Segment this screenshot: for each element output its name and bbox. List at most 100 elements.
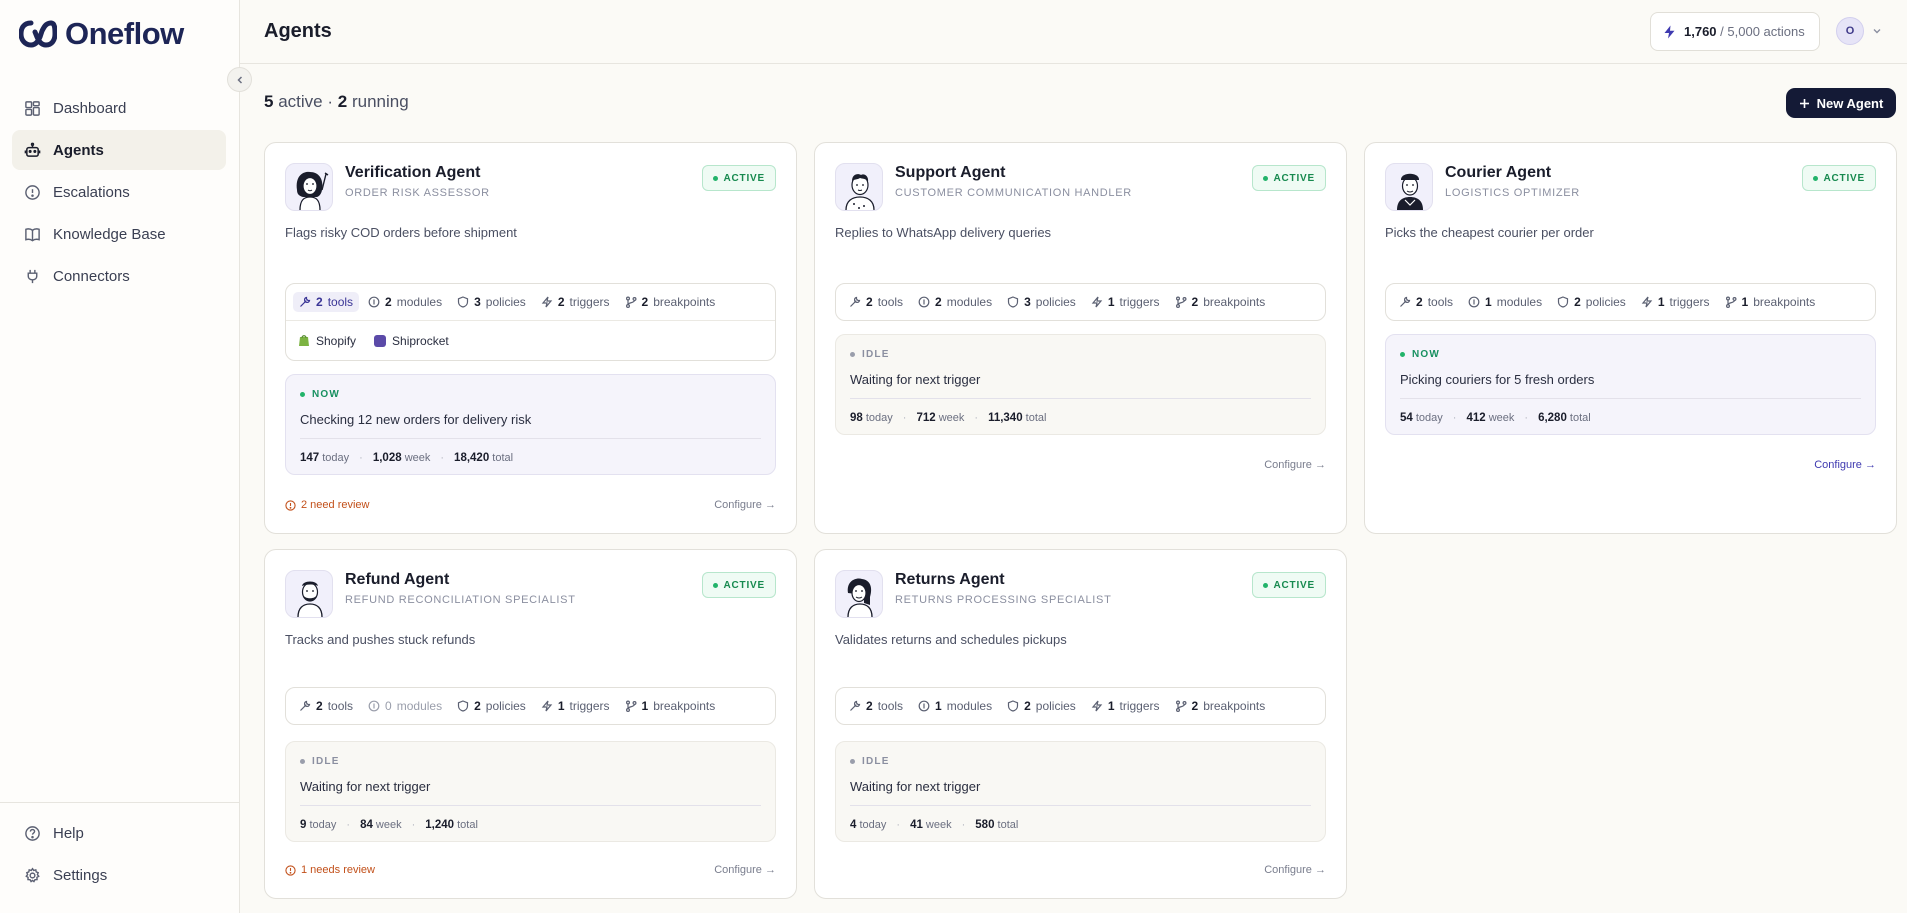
sidebar-item-help[interactable]: Help bbox=[12, 813, 228, 853]
stat-triggers[interactable]: 1 triggers bbox=[535, 696, 616, 716]
configure-link[interactable]: Configure → bbox=[1264, 864, 1326, 876]
sidebar-item-knowledge-base[interactable]: Knowledge Base bbox=[12, 214, 226, 254]
activity-state: NOW bbox=[1400, 349, 1861, 360]
branch-icon bbox=[625, 296, 637, 308]
wrench-icon bbox=[1400, 296, 1411, 307]
branch-icon bbox=[1175, 296, 1187, 308]
sidebar-item-escalations[interactable]: Escalations bbox=[12, 172, 226, 212]
agent-name: Courier Agent bbox=[1445, 164, 1552, 181]
stat-tools[interactable]: 2 tools bbox=[293, 696, 359, 716]
configure-link[interactable]: Configure → bbox=[714, 499, 776, 511]
stat-modules[interactable]: 1 modules bbox=[1462, 292, 1548, 312]
shield-icon bbox=[1007, 700, 1019, 712]
sidebar: Oneflow Dashboard Agents Escalations Kno… bbox=[0, 0, 240, 913]
shield-icon bbox=[1007, 296, 1019, 308]
branch-icon bbox=[625, 700, 637, 712]
plug-icon bbox=[27, 269, 38, 283]
agent-card-verification[interactable]: Verification Agent Order Risk Assessor A… bbox=[264, 142, 797, 534]
sidebar-item-label: Escalations bbox=[53, 183, 130, 201]
agent-stats: 2 tools 2 modules 3 policies 2 triggers 2 bre… bbox=[285, 283, 776, 361]
active-count: 5 bbox=[264, 92, 274, 111]
stat-breakpoints[interactable]: 2 breakpoints bbox=[1169, 292, 1272, 312]
alert-circle-icon bbox=[25, 184, 40, 200]
stat-tools[interactable]: 2 tools bbox=[843, 292, 909, 312]
stat-tools[interactable]: 2 tools bbox=[293, 292, 360, 312]
wrench-icon bbox=[300, 296, 311, 307]
agent-description: Validates returns and schedules pickups bbox=[835, 632, 1067, 647]
sidebar-item-label: Knowledge Base bbox=[53, 225, 166, 243]
sidebar-item-connectors[interactable]: Connectors bbox=[12, 256, 226, 296]
branch-icon bbox=[1175, 700, 1187, 712]
activity-state: IDLE bbox=[850, 349, 1311, 360]
stat-triggers[interactable]: 1 triggers bbox=[1085, 292, 1166, 312]
sidebar-item-agents[interactable]: Agents bbox=[12, 130, 226, 170]
stat-triggers[interactable]: 2 triggers bbox=[535, 292, 616, 312]
usage-total: / 5,000 actions bbox=[1720, 24, 1805, 39]
book-icon bbox=[25, 227, 40, 242]
stat-tools[interactable]: 2 tools bbox=[843, 696, 909, 716]
stat-policies[interactable]: 2 policies bbox=[1551, 292, 1632, 312]
stat-triggers[interactable]: 1 triggers bbox=[1635, 292, 1716, 312]
collapse-sidebar-button[interactable] bbox=[227, 67, 252, 92]
stat-tools[interactable]: 2 tools bbox=[1393, 292, 1459, 312]
sidebar-nav: Dashboard Agents Escalations Knowledge B… bbox=[12, 88, 226, 298]
agent-avatar bbox=[285, 163, 333, 211]
configure-link[interactable]: Configure → bbox=[1264, 459, 1326, 471]
sidebar-item-settings[interactable]: Settings bbox=[12, 855, 228, 895]
logo[interactable]: Oneflow bbox=[19, 16, 184, 52]
module-icon bbox=[368, 700, 380, 712]
wrench-icon bbox=[300, 700, 311, 711]
account-menu[interactable]: O bbox=[1836, 17, 1882, 45]
stat-policies[interactable]: 2 policies bbox=[451, 696, 532, 716]
activity-panel: NOW Checking 12 new orders for delivery … bbox=[285, 374, 776, 475]
chevron-down-icon bbox=[1873, 29, 1881, 34]
robot-icon bbox=[24, 142, 41, 157]
sidebar-item-label: Settings bbox=[53, 866, 108, 884]
stat-policies[interactable]: 3 policies bbox=[1001, 292, 1082, 312]
stat-modules[interactable]: 0 modules bbox=[362, 696, 448, 716]
agent-card-returns[interactable]: Returns Agent Returns Processing Special… bbox=[814, 549, 1347, 899]
shield-icon bbox=[457, 296, 469, 308]
agent-role: Returns Processing Specialist bbox=[895, 594, 1112, 606]
activity-counts: 9 today · 84 week · 1,240 total bbox=[300, 818, 478, 831]
sidebar-item-dashboard[interactable]: Dashboard bbox=[12, 88, 226, 128]
stat-modules[interactable]: 1 modules bbox=[912, 696, 998, 716]
stat-breakpoints[interactable]: 2 breakpoints bbox=[1169, 696, 1272, 716]
active-label: active bbox=[278, 92, 323, 111]
stat-policies[interactable]: 2 policies bbox=[1001, 696, 1082, 716]
agent-role: Customer Communication Handler bbox=[895, 187, 1132, 199]
module-icon bbox=[1468, 296, 1480, 308]
review-warning[interactable]: 1 needs review bbox=[285, 864, 375, 876]
stat-triggers[interactable]: 1 triggers bbox=[1085, 696, 1166, 716]
avatar: O bbox=[1836, 17, 1864, 45]
sidebar-item-label: Agents bbox=[53, 141, 104, 159]
stat-modules[interactable]: 2 modules bbox=[912, 292, 998, 312]
usage-meter[interactable]: 1,760 / 5,000 actions bbox=[1650, 12, 1820, 51]
agent-name: Verification Agent bbox=[345, 164, 481, 181]
module-icon bbox=[918, 700, 930, 712]
agent-card-courier[interactable]: Courier Agent Logistics Optimizer ACTIVE… bbox=[1364, 142, 1897, 534]
configure-link[interactable]: Configure → bbox=[714, 864, 776, 876]
agent-card-support[interactable]: Support Agent Customer Communication Han… bbox=[814, 142, 1347, 534]
configure-link[interactable]: Configure → bbox=[1814, 459, 1876, 471]
stat-breakpoints[interactable]: 1 breakpoints bbox=[619, 696, 722, 716]
connector-shopify[interactable]: Shopify bbox=[298, 334, 356, 348]
activity-state: IDLE bbox=[850, 756, 1311, 767]
activity-text: Checking 12 new orders for delivery risk bbox=[300, 412, 761, 439]
stat-breakpoints[interactable]: 2 breakpoints bbox=[619, 292, 722, 312]
bolt-icon bbox=[541, 700, 553, 712]
wrench-icon bbox=[850, 296, 861, 307]
new-agent-label: New Agent bbox=[1816, 95, 1884, 111]
agent-card-refund[interactable]: Refund Agent Refund Reconciliation Speci… bbox=[264, 549, 797, 899]
stat-breakpoints[interactable]: 1 breakpoints bbox=[1719, 292, 1822, 312]
connector-shiprocket[interactable]: Shiprocket bbox=[374, 334, 449, 348]
new-agent-button[interactable]: New Agent bbox=[1786, 88, 1896, 118]
stat-modules[interactable]: 2 modules bbox=[362, 292, 448, 312]
stat-policies[interactable]: 3 policies bbox=[451, 292, 532, 312]
agent-illustration-icon bbox=[297, 581, 323, 617]
usage-used: 1,760 bbox=[1684, 24, 1717, 39]
review-warning[interactable]: 2 need review bbox=[285, 499, 370, 511]
activity-text: Waiting for next trigger bbox=[850, 372, 1311, 399]
status-badge: ACTIVE bbox=[1251, 572, 1326, 598]
agent-avatar bbox=[285, 570, 333, 618]
